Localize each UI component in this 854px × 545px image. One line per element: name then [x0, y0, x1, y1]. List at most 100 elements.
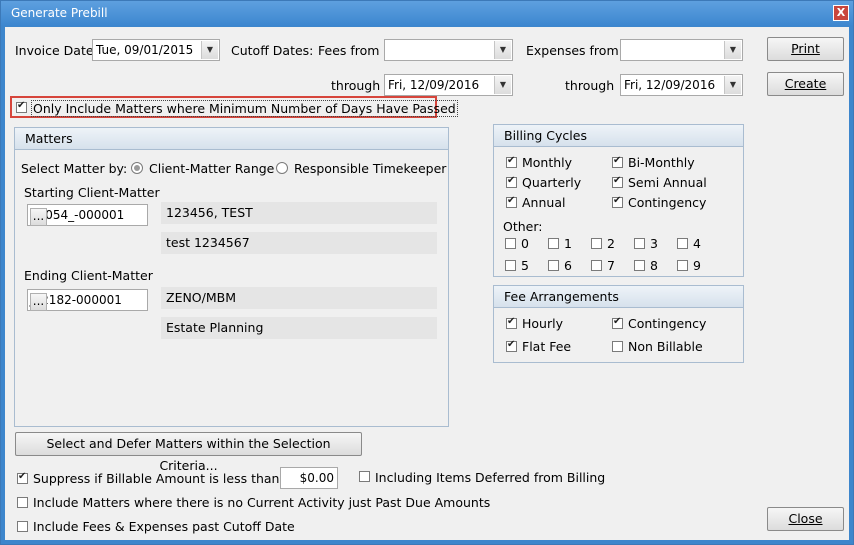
past-cutoff-checkbox[interactable] [17, 521, 28, 532]
annual-checkbox[interactable] [506, 195, 517, 208]
monthly-label: Monthly [522, 155, 573, 170]
contingency-fee-checkbox[interactable] [612, 316, 623, 329]
expenses-through-picker[interactable]: Fri, 12/09/2016 ▼ [620, 74, 743, 96]
ellipsis-lookup-button[interactable]: ... [30, 208, 47, 226]
client-matter-range-radio[interactable] [131, 162, 143, 174]
fees-from-picker[interactable]: ▼ [384, 39, 513, 61]
bi-monthly-checkbox[interactable] [612, 155, 623, 168]
expenses-from-picker[interactable]: ▼ [620, 39, 743, 61]
suppress-amount-input[interactable]: $0.00 [280, 467, 338, 489]
client-matter-range-label: Client-Matter Range [149, 161, 275, 176]
other-4-checkbox[interactable] [677, 238, 688, 249]
hourly-label: Hourly [522, 316, 563, 331]
title-bar: Generate Prebill X [1, 1, 853, 26]
non-billable-label: Non Billable [628, 339, 703, 354]
other-7-checkbox[interactable] [591, 260, 602, 271]
flat-fee-checkbox[interactable] [506, 339, 517, 352]
responsible-timekeeper-radio[interactable] [276, 162, 288, 174]
quarterly-checkbox[interactable] [506, 175, 517, 188]
other-8-checkbox[interactable] [634, 260, 645, 271]
expenses-through-value: Fri, 12/09/2016 [624, 78, 716, 92]
min-days-label: Only Include Matters where Minimum Numbe… [31, 100, 458, 117]
fees-through-label: through [331, 78, 381, 93]
other-0-checkbox[interactable] [505, 238, 516, 249]
min-days-checkbox[interactable] [16, 100, 27, 113]
starting-client-name: 123456, TEST [161, 202, 437, 224]
other-3-checkbox[interactable] [634, 238, 645, 249]
hourly-checkbox[interactable] [506, 316, 517, 329]
other-1-checkbox[interactable] [548, 238, 559, 249]
no-activity-checkbox[interactable] [17, 497, 28, 508]
other-8-label: 8 [650, 258, 658, 273]
fees-through-value: Fri, 12/09/2016 [388, 78, 480, 92]
billing-cycles-title: Billing Cycles [504, 128, 587, 143]
contingency-cycle-checkbox[interactable] [612, 195, 623, 208]
fee-arrangements-header: Fee Arrangements [494, 286, 743, 308]
contingency-cycle-label: Contingency [628, 195, 707, 210]
other-3-label: 3 [650, 236, 658, 251]
select-matter-by-label: Select Matter by: [21, 161, 128, 176]
print-button[interactable]: Print [767, 37, 844, 61]
ending-client-name: ZENO/MBM [161, 287, 437, 309]
chevron-down-icon[interactable]: ▼ [494, 41, 511, 59]
annual-label: Annual [522, 195, 566, 210]
other-9-checkbox[interactable] [677, 260, 688, 271]
chevron-down-icon[interactable]: ▼ [724, 76, 741, 94]
other-label: Other: [503, 219, 543, 234]
semi-annual-label: Semi Annual [628, 175, 707, 190]
ending-matter-text: Estate Planning [166, 320, 264, 335]
bi-monthly-label: Bi-Monthly [628, 155, 695, 170]
invoice-date-picker[interactable]: Tue, 09/01/2015 ▼ [92, 39, 220, 61]
ending-client-text: ZENO/MBM [166, 290, 237, 305]
other-6-label: 6 [564, 258, 572, 273]
ellipsis-lookup-button[interactable]: ... [30, 293, 47, 311]
select-defer-button[interactable]: Select and Defer Matters within the Sele… [15, 432, 362, 473]
create-button[interactable]: Create [767, 72, 844, 96]
billing-cycles-header: Billing Cycles [494, 125, 743, 147]
past-cutoff-label: Include Fees & Expenses past Cutoff Date [33, 519, 295, 534]
starting-client-matter-label: Starting Client-Matter [24, 185, 160, 200]
other-1-label: 1 [564, 236, 572, 251]
suppress-label: Suppress if Billable Amount is less than [33, 471, 280, 486]
print-button-label: Print [791, 41, 820, 56]
flat-fee-label: Flat Fee [522, 339, 572, 354]
starting-client-text: 123456, TEST [166, 205, 253, 220]
matters-title: Matters [25, 131, 73, 146]
expenses-through-label: through [565, 78, 615, 93]
other-2-checkbox[interactable] [591, 238, 602, 249]
responsible-timekeeper-label: Responsible Timekeeper [294, 161, 447, 176]
chevron-down-icon[interactable]: ▼ [724, 41, 741, 59]
window-close-button[interactable]: X [833, 5, 849, 21]
other-5-label: 5 [521, 258, 529, 273]
fees-through-picker[interactable]: Fri, 12/09/2016 ▼ [384, 74, 513, 96]
suppress-checkbox[interactable] [17, 471, 28, 484]
cutoff-dates-label: Cutoff Dates: [231, 43, 314, 58]
other-4-label: 4 [693, 236, 701, 251]
chevron-down-icon[interactable]: ▼ [494, 76, 511, 94]
close-button[interactable]: Close [767, 507, 844, 531]
other-6-checkbox[interactable] [548, 260, 559, 271]
matters-header: Matters [15, 128, 448, 150]
create-button-label: Create [784, 76, 827, 91]
invoice-date-value: Tue, 09/01/2015 [96, 43, 194, 57]
close-button-label: Close [788, 511, 823, 526]
semi-annual-checkbox[interactable] [612, 175, 623, 188]
other-5-checkbox[interactable] [505, 260, 516, 271]
suppress-amount-value: $0.00 [299, 471, 334, 485]
window-title: Generate Prebill [11, 6, 108, 20]
ending-client-matter-input[interactable]: J12182-000001 ... [27, 289, 148, 311]
monthly-checkbox[interactable] [506, 155, 517, 168]
other-9-label: 9 [693, 258, 701, 273]
deferred-items-label: Including Items Deferred from Billing [375, 470, 606, 485]
fees-from-label: Fees from [318, 43, 380, 58]
starting-matter-name: test 1234567 [161, 232, 437, 254]
no-activity-label: Include Matters where there is no Curren… [33, 495, 491, 510]
starting-matter-text: test 1234567 [166, 235, 250, 250]
ending-client-matter-label: Ending Client-Matter [24, 268, 153, 283]
deferred-items-checkbox[interactable] [359, 471, 370, 482]
chevron-down-icon[interactable]: ▼ [201, 41, 218, 59]
starting-client-matter-input[interactable]: 16054_-000001 ... [27, 204, 148, 226]
non-billable-checkbox[interactable] [612, 341, 623, 352]
expenses-from-label: Expenses from [526, 43, 619, 58]
quarterly-label: Quarterly [522, 175, 582, 190]
